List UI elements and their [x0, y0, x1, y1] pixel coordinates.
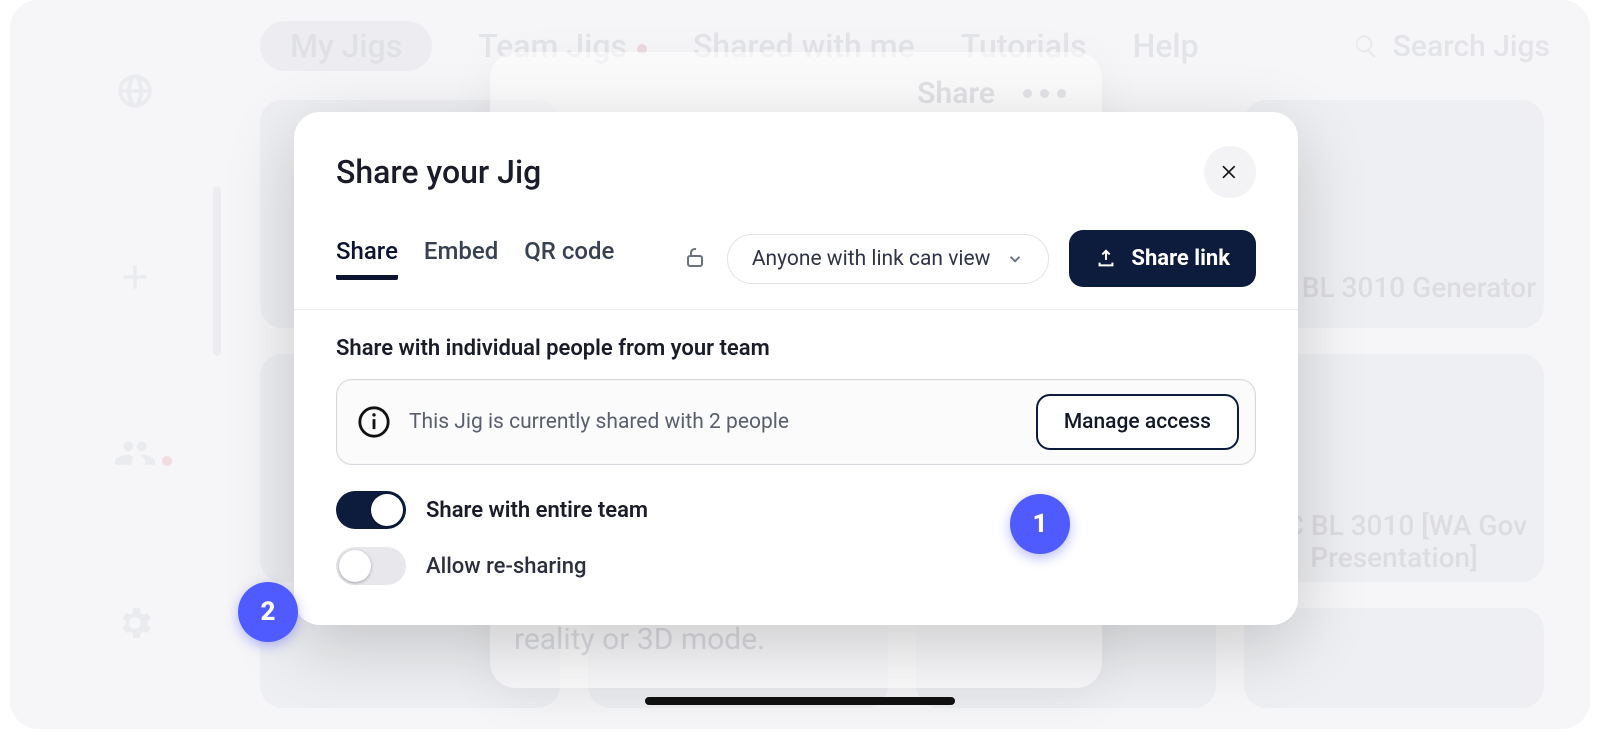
share-team-toggle[interactable] — [336, 491, 406, 529]
close-icon — [1220, 162, 1240, 182]
annotation-1: 1 — [1010, 494, 1070, 554]
chevron-down-icon — [1006, 250, 1024, 268]
share-status-text: This Jig is currently shared with 2 peop… — [409, 410, 1018, 434]
globe-icon — [108, 64, 162, 118]
upload-icon — [1095, 248, 1117, 270]
modal-title: Share your Jig — [336, 153, 541, 191]
sidebar — [10, 0, 220, 729]
gear-icon — [108, 596, 162, 650]
share-team-label: Share with entire team — [426, 498, 648, 523]
info-icon — [357, 405, 391, 439]
share-link-label: Share link — [1131, 246, 1230, 271]
tab-help: Help — [1133, 27, 1199, 65]
allow-reshare-toggle[interactable] — [336, 547, 406, 585]
visibility-select[interactable]: Anyone with link can view — [727, 234, 1050, 284]
lock-icon — [683, 244, 707, 274]
notification-dot — [162, 456, 172, 466]
manage-access-button[interactable]: Manage access — [1036, 394, 1239, 450]
tab-qr-code[interactable]: QR code — [524, 237, 614, 280]
tab-embed[interactable]: Embed — [424, 237, 498, 280]
annotation-2: 2 — [238, 582, 298, 642]
close-button[interactable] — [1204, 146, 1256, 198]
allow-reshare-label: Allow re-sharing — [426, 554, 586, 579]
popover-share-button: Share — [903, 76, 995, 111]
plus-icon — [108, 250, 162, 304]
share-link-button[interactable]: Share link — [1069, 230, 1256, 287]
jig-card — [1244, 608, 1544, 708]
share-status-box: This Jig is currently shared with 2 peop… — [336, 379, 1256, 465]
search-field: Search Jigs — [1353, 29, 1550, 64]
search-icon — [1353, 33, 1379, 59]
home-indicator — [645, 697, 955, 705]
section-heading: Share with individual people from your t… — [336, 336, 1256, 361]
visibility-select-value: Anyone with link can view — [752, 247, 991, 271]
team-icon — [108, 426, 162, 480]
tab-my-jigs: My Jigs — [260, 21, 432, 71]
share-modal: Share your Jig Share Embed QR code Anyon… — [294, 112, 1298, 625]
tab-share[interactable]: Share — [336, 237, 398, 280]
sidebar-divider — [213, 186, 221, 356]
divider — [294, 309, 1298, 310]
more-icon — [1023, 89, 1066, 98]
share-mode-tabs: Share Embed QR code — [336, 237, 614, 280]
